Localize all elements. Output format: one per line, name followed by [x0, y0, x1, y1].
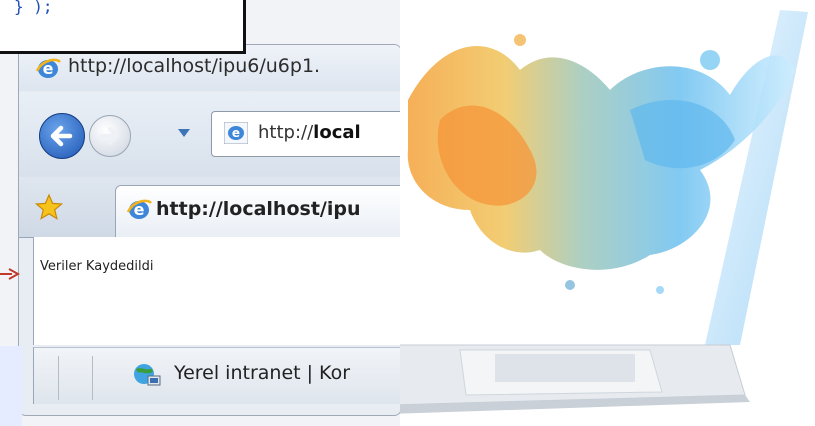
forward-button[interactable] — [89, 115, 131, 157]
intranet-globe-icon — [134, 364, 161, 386]
back-button[interactable] — [39, 113, 85, 159]
status-divider — [58, 356, 59, 400]
page-content: Veriler Kaydedildi — [33, 237, 400, 345]
laptop-splash-illustration — [400, 10, 808, 414]
forward-arrow-icon — [100, 127, 119, 145]
browser-screenshot-panel: e http://localhost/ipu6/u6p1. e http://l… — [0, 0, 400, 426]
dropdown-icon[interactable] — [177, 127, 191, 139]
code-snippet-text: } ); — [14, 0, 53, 16]
address-prefix: http:// — [258, 122, 314, 143]
status-divider — [92, 356, 93, 400]
ie-icon: e — [224, 122, 248, 144]
address-text: http://local — [258, 122, 361, 143]
star-icon[interactable] — [34, 193, 64, 221]
back-arrow-icon — [50, 125, 73, 147]
background-strip — [0, 346, 22, 426]
status-message: Veriler Kaydedildi — [40, 259, 154, 274]
navigation-bar: e http://local — [19, 93, 400, 177]
address-bar[interactable]: e http://local — [211, 111, 400, 157]
address-host: local — [313, 122, 361, 143]
tab-label: http://localhost/ipu — [156, 198, 361, 220]
ie-icon: e — [35, 58, 61, 78]
security-zone-label: Yerel intranet | Kor — [174, 362, 351, 384]
red-arrow-icon — [0, 268, 20, 280]
browser-window: e http://localhost/ipu6/u6p1. e http://l… — [18, 44, 400, 416]
svg-text:e: e — [232, 126, 240, 140]
code-snippet-box: } ); — [0, 0, 246, 54]
ie-icon: e — [126, 199, 152, 219]
window-title: http://localhost/ipu6/u6p1. — [68, 55, 321, 77]
tab-active[interactable]: e http://localhost/ipu — [115, 185, 400, 238]
tab-row: e http://localhost/ipu — [19, 177, 400, 238]
status-bar: Yerel intranet | Kor — [33, 347, 400, 404]
